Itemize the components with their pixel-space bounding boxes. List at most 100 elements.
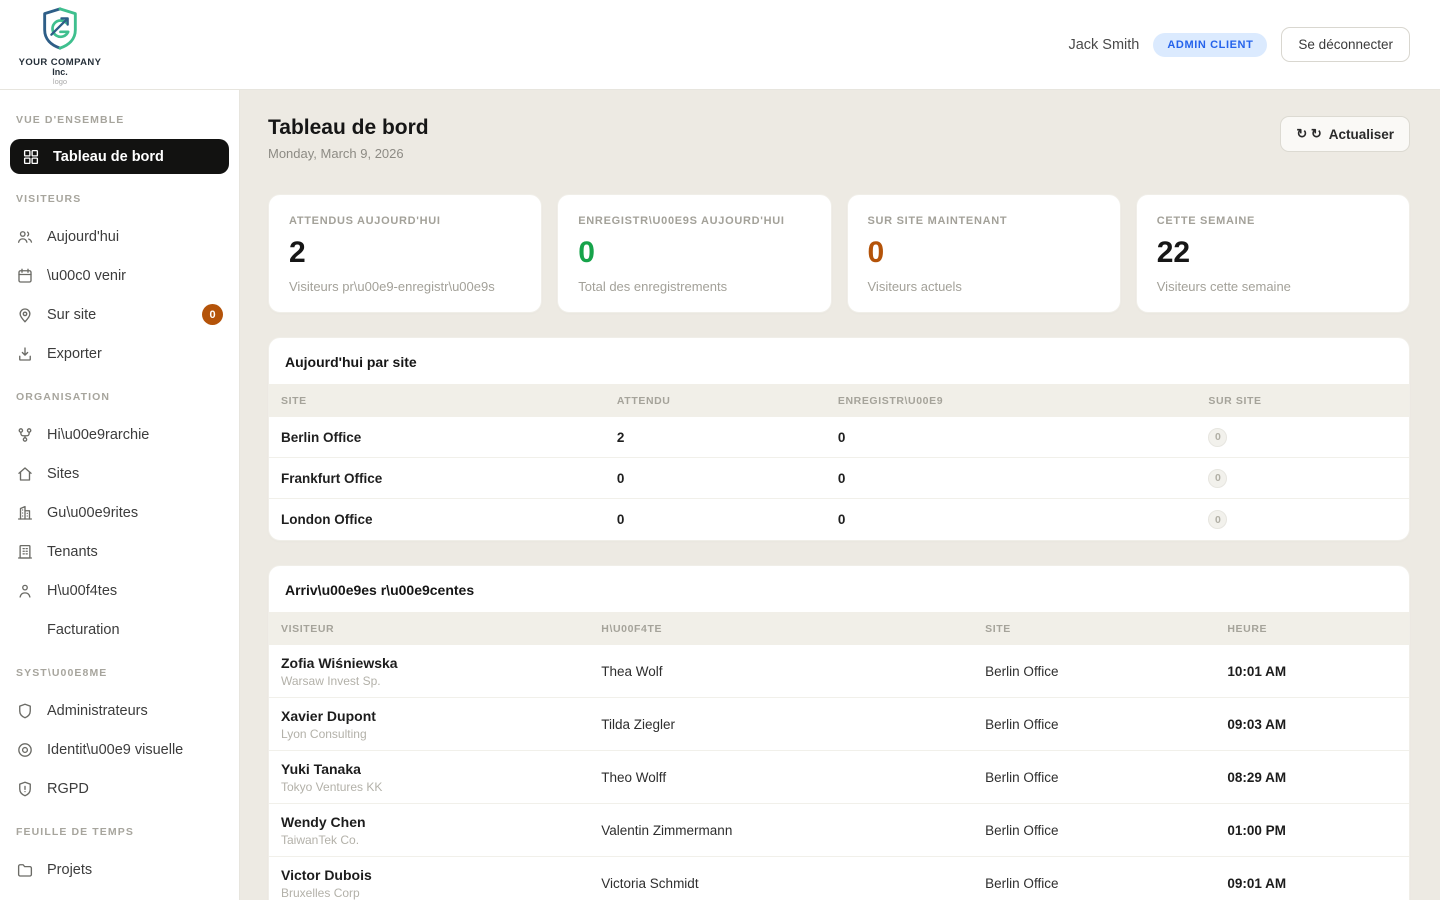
- refresh-button[interactable]: ↻ ↻ Actualiser: [1280, 116, 1410, 152]
- visitor-company: Warsaw Invest Sp.: [281, 674, 601, 688]
- stat-card-expected-today: Attendus aujourd'hui 2 Visiteurs pr\u00e…: [268, 194, 542, 313]
- sidebar-item-label: Tableau de bord: [53, 149, 164, 165]
- site-name: Berlin Office: [985, 717, 1227, 732]
- sidebar-item-visual-identity[interactable]: Identit\u00e9 visuelle: [0, 730, 239, 769]
- arrival-time: 01:00 PM: [1227, 823, 1397, 838]
- sidebar-item-label: RGPD: [47, 781, 89, 797]
- stat-subtitle: Visiteurs cette semaine: [1157, 279, 1389, 294]
- stat-label: Attendus aujourd'hui: [289, 215, 521, 227]
- host-name: Valentin Zimmermann: [601, 823, 985, 838]
- building-icon: [16, 543, 34, 561]
- arrival-time: 09:03 AM: [1227, 717, 1397, 732]
- sidebar-item-administrators[interactable]: Administrateurs: [0, 691, 239, 730]
- expected-count: 2: [617, 430, 838, 445]
- sidebar-item-upcoming[interactable]: \u00c0 venir: [0, 256, 239, 295]
- sidebar-item-label: Projets: [47, 862, 92, 878]
- shield-alert-icon: [16, 780, 34, 798]
- visitor-name: Yuki Tanaka: [281, 761, 601, 777]
- sidebar-item-label: Sur site: [47, 307, 96, 323]
- sidebar-item-hosts[interactable]: H\u00f4tes: [0, 571, 239, 610]
- column-header-site: Site: [985, 623, 1227, 635]
- sidebar-item-guardhouses[interactable]: Gu\u00e9rites: [0, 493, 239, 532]
- onsite-count-pill: 0: [1208, 469, 1227, 488]
- visitor-company: TaiwanTek Co.: [281, 833, 601, 847]
- host-name: Tilda Ziegler: [601, 717, 985, 732]
- visitor-company: Bruxelles Corp: [281, 886, 601, 900]
- sidebar-item-label: Facturation: [47, 622, 120, 638]
- user-name: Jack Smith: [1068, 37, 1139, 53]
- host-name: Thea Wolf: [601, 664, 985, 679]
- table-header-row: Site Attendu Enregistr\u00e9 Sur site: [269, 384, 1409, 417]
- download-icon: [16, 345, 34, 363]
- today-by-site-card: Aujourd'hui par site Site Attendu Enregi…: [268, 337, 1410, 541]
- column-header-site: Site: [281, 395, 617, 407]
- column-header-visitor: Visiteur: [281, 623, 601, 635]
- calendar-icon: [16, 267, 34, 285]
- sidebar-item-rgpd[interactable]: RGPD: [0, 769, 239, 808]
- stat-card-this-week: Cette semaine 22 Visiteurs cette semaine: [1136, 194, 1410, 313]
- sidebar-item-export-visitors[interactable]: Exporter: [0, 334, 239, 373]
- sidebar-item-label: Sites: [47, 466, 79, 482]
- sidebar-item-dashboard[interactable]: Tableau de bord: [10, 139, 229, 174]
- sidebar-item-hierarchy[interactable]: Hi\u00e9rarchie: [0, 415, 239, 454]
- column-header-host: H\u00f4te: [601, 623, 985, 635]
- stat-value: 0: [578, 236, 810, 270]
- expected-count: 0: [617, 471, 838, 486]
- stat-subtitle: Visiteurs pr\u00e9-enregistr\u00e9s: [289, 279, 521, 294]
- sidebar-item-tenants[interactable]: Tenants: [0, 532, 239, 571]
- shield-icon: [16, 702, 34, 720]
- arrival-time: 10:01 AM: [1227, 664, 1397, 679]
- map-pin-icon: [16, 306, 34, 324]
- table-title: Arriv\u00e9es r\u00e9centes: [269, 566, 1409, 612]
- sidebar-item-today[interactable]: Aujourd'hui: [0, 217, 239, 256]
- site-name: Berlin Office: [985, 823, 1227, 838]
- host-name: Victoria Schmidt: [601, 876, 985, 891]
- sidebar-item-billing[interactable]: Facturation: [0, 610, 239, 649]
- section-label-visitors: Visiteurs: [0, 175, 239, 217]
- expected-count: 0: [617, 512, 838, 527]
- table-row: Victor Dubois Bruxelles Corp Victoria Sc…: [269, 857, 1409, 900]
- table-header-row: Visiteur H\u00f4te Site Heure: [269, 612, 1409, 645]
- sidebar-item-label: Identit\u00e9 visuelle: [47, 742, 183, 758]
- sidebar: Vue d'ensemble Tableau de bord Visiteurs…: [0, 90, 240, 900]
- sidebar-item-projects[interactable]: Projets: [0, 850, 239, 889]
- site-name: Berlin Office: [985, 664, 1227, 679]
- stats-row: Attendus aujourd'hui 2 Visiteurs pr\u00e…: [268, 194, 1410, 313]
- visitor-name: Victor Dubois: [281, 867, 601, 883]
- stat-value: 0: [868, 236, 1100, 270]
- stat-label: Cette semaine: [1157, 215, 1389, 227]
- site-name: Berlin Office: [281, 430, 617, 445]
- sidebar-item-label: \u00c0 venir: [47, 268, 126, 284]
- visitor-name: Zofia Wiśniewska: [281, 655, 601, 671]
- sidebar-item-label: Gu\u00e9rites: [47, 505, 138, 521]
- table-row: Berlin Office 2 0 0: [269, 417, 1409, 458]
- column-header-expected: Attendu: [617, 395, 838, 407]
- users-icon: [16, 228, 34, 246]
- sidebar-item-review-approve[interactable]: Examiner & Approuver: [0, 889, 239, 900]
- target-icon: [16, 741, 34, 759]
- stat-subtitle: Visiteurs actuels: [868, 279, 1100, 294]
- onsite-count-badge: 0: [202, 304, 223, 325]
- table-title: Aujourd'hui par site: [269, 338, 1409, 384]
- stat-label: Enregistr\u00e9s aujourd'hui: [578, 215, 810, 227]
- company-inc: Inc.: [52, 68, 68, 77]
- arrival-time: 09:01 AM: [1227, 876, 1397, 891]
- logo-caption: logo: [53, 78, 67, 86]
- column-header-registered: Enregistr\u00e9: [838, 395, 1209, 407]
- sidebar-item-label: Aujourd'hui: [47, 229, 119, 245]
- gatehouse-icon: [16, 504, 34, 522]
- stat-value: 2: [289, 236, 521, 270]
- logout-button[interactable]: Se déconnecter: [1281, 27, 1410, 62]
- onsite-count-pill: 0: [1208, 428, 1227, 447]
- column-header-onsite: Sur site: [1208, 395, 1397, 407]
- sidebar-item-label: Exporter: [47, 346, 102, 362]
- site-name: Berlin Office: [985, 770, 1227, 785]
- stat-subtitle: Total des enregistrements: [578, 279, 810, 294]
- stat-card-registered-today: Enregistr\u00e9s aujourd'hui 0 Total des…: [557, 194, 831, 313]
- sidebar-item-sites[interactable]: Sites: [0, 454, 239, 493]
- registered-count: 0: [838, 512, 1209, 527]
- table-row: Yuki Tanaka Tokyo Ventures KK Theo Wolff…: [269, 751, 1409, 804]
- visitor-company: Tokyo Ventures KK: [281, 780, 601, 794]
- registered-count: 0: [838, 471, 1209, 486]
- sidebar-item-onsite[interactable]: Sur site 0: [0, 295, 239, 334]
